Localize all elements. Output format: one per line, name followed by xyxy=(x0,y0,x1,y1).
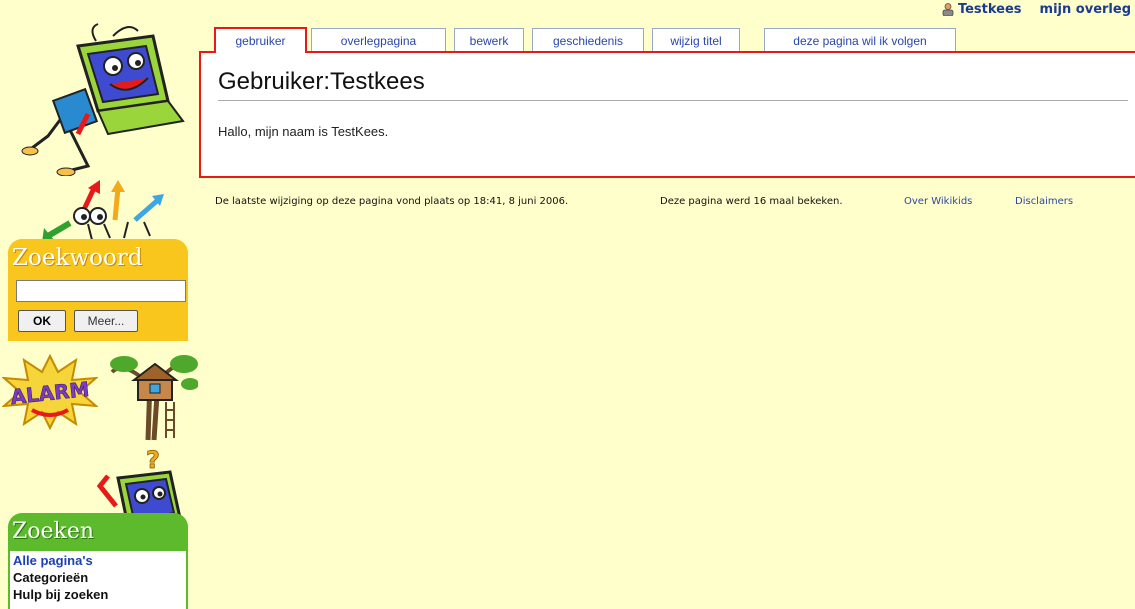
search-more-button[interactable]: Meer... xyxy=(74,310,138,332)
tab-geschiedenis[interactable]: geschiedenis xyxy=(532,28,644,52)
computer-mascot-icon[interactable] xyxy=(18,16,188,176)
personal-bar: Testkees mijn overleg xyxy=(942,2,1131,17)
svg-text:?: ? xyxy=(146,446,160,474)
footer-about-link[interactable]: Over Wikikids xyxy=(904,196,972,207)
user-link[interactable]: Testkees xyxy=(958,2,1022,17)
footer-last-modified: De laatste wijziging op deze pagina vond… xyxy=(215,196,569,207)
tab-bewerk[interactable]: bewerk xyxy=(454,28,524,52)
search-input[interactable] xyxy=(16,280,186,302)
search-box: Zoekwoord OK Meer... xyxy=(8,239,188,341)
user-link-wrap[interactable]: Testkees xyxy=(942,2,1022,17)
nav-link-categories[interactable]: Categorieën xyxy=(13,569,183,586)
arrows-mascot-icon[interactable] xyxy=(40,178,170,244)
tab-overlegpagina[interactable]: overlegpagina xyxy=(311,28,446,52)
tab-wijzig-titel[interactable]: wijzig titel xyxy=(652,28,740,52)
alarm-icon[interactable]: ALARM xyxy=(2,354,98,430)
navigation-title: Zoeken xyxy=(12,519,95,544)
tab-volgen[interactable]: deze pagina wil ik volgen xyxy=(764,28,956,52)
content-panel: Gebruiker:Testkees Hallo, mijn naam is T… xyxy=(199,51,1135,178)
footer-disclaimers-link[interactable]: Disclaimers xyxy=(1015,196,1073,207)
page: Testkees mijn overleg Zoekwoord OK Meer.… xyxy=(0,0,1135,609)
nav-link-search-help[interactable]: Hulp bij zoeken xyxy=(13,586,183,603)
user-icon xyxy=(942,3,954,16)
treehouse-icon[interactable] xyxy=(104,350,198,442)
footer-views: Deze pagina werd 16 maal bekeken. xyxy=(660,196,843,207)
search-ok-button[interactable]: OK xyxy=(18,310,66,332)
navigation-header: Zoeken xyxy=(8,513,188,551)
page-title: Gebruiker:Testkees xyxy=(218,68,1128,101)
navigation-links: Alle pagina's Categorieën Hulp bij zoeke… xyxy=(8,551,188,609)
tab-gebruiker[interactable]: gebruiker xyxy=(214,27,307,53)
navigation-box: Zoeken Alle pagina's Categorieën Hulp bi… xyxy=(8,513,188,609)
nav-link-all-pages[interactable]: Alle pagina's xyxy=(13,552,183,569)
talk-link[interactable]: mijn overleg xyxy=(1040,2,1131,17)
search-title: Zoekwoord xyxy=(12,245,143,271)
article-body: Hallo, mijn naam is TestKees. xyxy=(218,124,389,139)
sidebar: Zoekwoord OK Meer... ALARM ? Zoeken Alle… xyxy=(0,0,198,609)
